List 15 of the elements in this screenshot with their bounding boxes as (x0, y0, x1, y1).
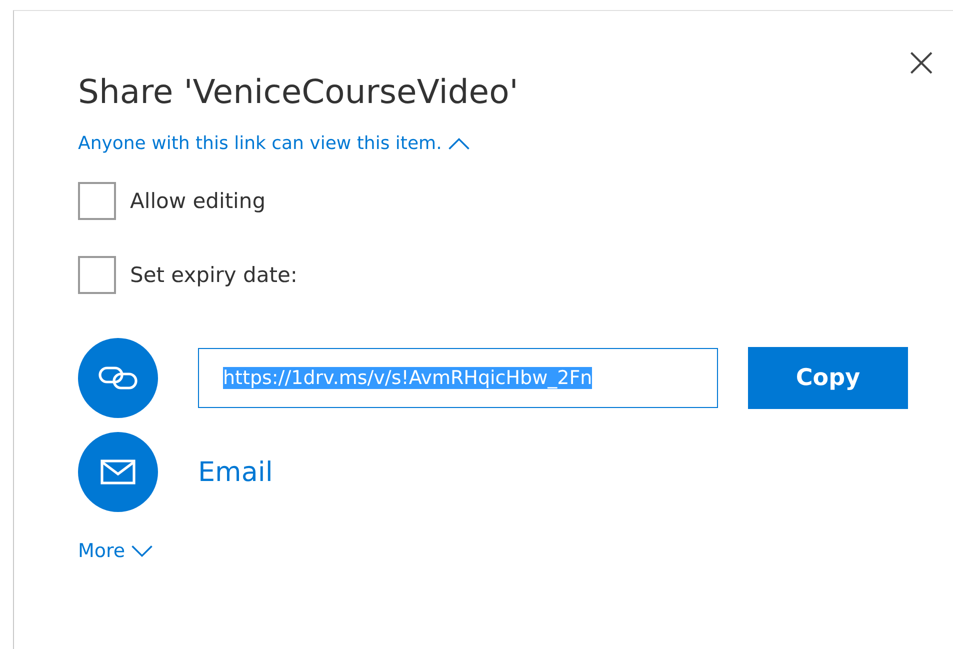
checkbox[interactable] (78, 182, 116, 220)
caret-icon (448, 137, 470, 150)
permission-link[interactable]: Anyone with this link can view this item. (78, 133, 470, 154)
copy-button[interactable]: Copy (748, 347, 908, 409)
close-button[interactable]: × (904, 41, 939, 83)
checkbox[interactable] (78, 256, 116, 294)
checkbox-label: Set expiry date: (130, 263, 298, 287)
envelope-icon[interactable] (78, 432, 158, 512)
email-link[interactable]: Email (198, 456, 273, 488)
checkbox-label: Allow editing (130, 189, 266, 213)
more-link[interactable]: More (78, 540, 154, 562)
link-field[interactable]: https://1drv.ms/v/s!AvmRHqicHbw_2Fn (198, 348, 718, 408)
link-icon[interactable] (78, 338, 158, 418)
dialog-title: Share 'VeniceCourseVideo' (78, 71, 520, 113)
caret-icon (131, 544, 154, 558)
